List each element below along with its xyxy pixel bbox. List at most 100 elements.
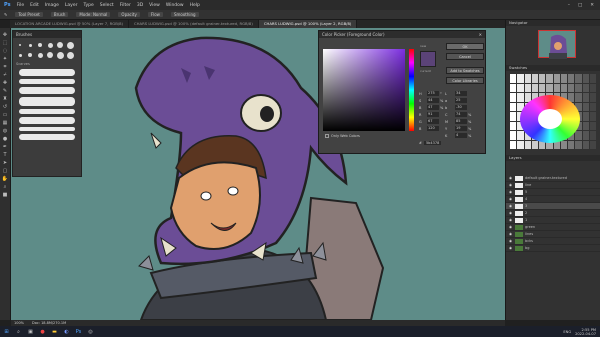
mode-chip[interactable]: Mode: Normal [76, 12, 111, 17]
chrome-icon[interactable]: ● [39, 328, 46, 335]
tab-chars-textured[interactable]: CHARS LUDWIG.psd @ 100% (default grainer… [129, 20, 259, 28]
add-to-swatches-button[interactable]: Add to Swatches [446, 67, 484, 74]
swatch[interactable] [546, 74, 553, 83]
field-value[interactable]: 44 [427, 98, 439, 103]
field-value[interactable]: 67 [427, 119, 439, 124]
visibility-eye-icon[interactable]: ◉ [509, 204, 513, 208]
swatch[interactable] [560, 83, 567, 92]
visibility-eye-icon[interactable]: ◉ [509, 190, 513, 194]
swatch[interactable] [582, 74, 589, 83]
steam-icon[interactable]: ◎ [87, 328, 94, 335]
pen-tool-icon[interactable]: ✒ [2, 144, 9, 151]
tab-location-arcade[interactable]: LOCATION ARCADE LUDWIG.psd @ 50% (Layer … [10, 20, 129, 28]
color-wheel[interactable] [520, 95, 580, 143]
search-icon[interactable]: ⌕ [15, 328, 22, 335]
minimize-icon[interactable]: – [568, 3, 570, 8]
menu-3d[interactable]: 3D [137, 3, 143, 8]
close-icon[interactable]: ✕ [479, 32, 482, 37]
blur-icon[interactable]: ◍ [2, 128, 9, 135]
language-indicator[interactable]: ENG [563, 330, 571, 334]
swatch[interactable] [510, 112, 517, 121]
swatch[interactable] [510, 83, 517, 92]
eyedropper-icon[interactable]: ⌿ [2, 72, 9, 79]
visibility-eye-icon[interactable]: ◉ [509, 176, 513, 180]
swatch[interactable] [539, 83, 546, 92]
brush-stroke-preview[interactable] [19, 127, 75, 131]
healing-brush-icon[interactable]: ✚ [2, 80, 9, 87]
swatch[interactable] [589, 121, 596, 130]
swatch[interactable] [517, 140, 524, 149]
swatch[interactable] [560, 74, 567, 83]
gradient-icon[interactable]: ▦ [2, 120, 9, 127]
navigator-thumbnail[interactable] [538, 30, 576, 59]
crop-tool-icon[interactable]: ⌗ [2, 64, 9, 71]
menu-file[interactable]: File [17, 3, 25, 8]
menu-image[interactable]: Image [45, 3, 59, 8]
swatch[interactable] [582, 121, 589, 130]
field-value[interactable]: 275 [427, 91, 439, 96]
menu-window[interactable]: Window [166, 3, 184, 8]
visibility-eye-icon[interactable]: ◉ [509, 239, 513, 243]
swatch[interactable] [582, 93, 589, 102]
checkbox-icon[interactable] [325, 134, 329, 138]
menu-filter[interactable]: Filter [120, 3, 131, 8]
field-value[interactable]: 25 [455, 98, 467, 103]
menu-view[interactable]: View [149, 3, 160, 8]
brush-preset[interactable] [46, 51, 54, 59]
brush-stroke-preview[interactable] [19, 97, 75, 106]
brush-preset[interactable] [26, 41, 34, 49]
brush-stroke-preview[interactable] [19, 79, 75, 84]
smoothing-chip[interactable]: Smoothing [170, 12, 199, 17]
swatch[interactable] [553, 74, 560, 83]
explorer-icon[interactable]: ▬ [51, 328, 58, 335]
layer-row[interactable]: ◉ 1 [506, 217, 600, 224]
tool-preset-chip[interactable]: Tool Preset [15, 12, 43, 17]
brush-stroke-preview[interactable] [19, 117, 75, 124]
swatch[interactable] [517, 74, 524, 83]
shape-tool-icon[interactable]: ▢ [2, 168, 9, 175]
menu-select[interactable]: Select [100, 3, 114, 8]
swatch[interactable] [510, 131, 517, 140]
hex-value[interactable]: 5b4378 [423, 141, 442, 145]
web-colors-checkbox[interactable]: Only Web Colors [325, 134, 360, 138]
brush-tool-icon[interactable]: ✎ [4, 12, 7, 17]
swatch[interactable] [582, 112, 589, 121]
swatch[interactable] [582, 102, 589, 111]
layer-row[interactable]: ◉ 4 [506, 196, 600, 203]
lasso-tool-icon[interactable]: ◌ [2, 48, 9, 55]
swatch[interactable] [524, 140, 531, 149]
swatch[interactable] [589, 74, 596, 83]
hand-tool-icon[interactable]: ✋ [2, 176, 9, 183]
swatch[interactable] [531, 74, 538, 83]
swatch[interactable] [568, 74, 575, 83]
brush-preset[interactable] [26, 51, 34, 59]
layer-row[interactable]: ◉ 5 [506, 189, 600, 196]
swatch[interactable] [575, 83, 582, 92]
visibility-eye-icon[interactable]: ◉ [509, 211, 513, 215]
brush-chip[interactable]: Brush [50, 12, 69, 17]
field-value[interactable]: 85 [455, 119, 467, 124]
field-value[interactable]: 34 [455, 91, 467, 96]
swatch[interactable] [510, 140, 517, 149]
swatch[interactable] [510, 74, 517, 83]
visibility-eye-icon[interactable]: ◉ [509, 225, 513, 229]
field-value[interactable]: 47 [427, 105, 439, 110]
menu-layer[interactable]: Layer [65, 3, 78, 8]
swatch[interactable] [568, 140, 575, 149]
color-swatches-icon[interactable]: ■ [2, 192, 9, 199]
menu-help[interactable]: Help [190, 3, 200, 8]
swatch[interactable] [575, 140, 582, 149]
field-value[interactable]: 19 [455, 126, 467, 131]
cancel-button[interactable]: Cancel [446, 53, 484, 60]
dodge-icon[interactable]: ● [2, 136, 9, 143]
hex-field[interactable]: # 5b4378 [419, 141, 442, 145]
clock[interactable]: 2:55 PM 2022-04-07 [575, 328, 596, 336]
quick-select-icon[interactable]: ✦ [2, 56, 9, 63]
close-icon[interactable]: ✕ [590, 3, 594, 8]
move-tool-icon[interactable]: ✥ [2, 32, 9, 39]
menu-edit[interactable]: Edit [30, 3, 39, 8]
swatch[interactable] [582, 140, 589, 149]
field-value[interactable]: 74 [455, 112, 467, 117]
swatch[interactable] [539, 74, 546, 83]
swatch[interactable] [575, 74, 582, 83]
